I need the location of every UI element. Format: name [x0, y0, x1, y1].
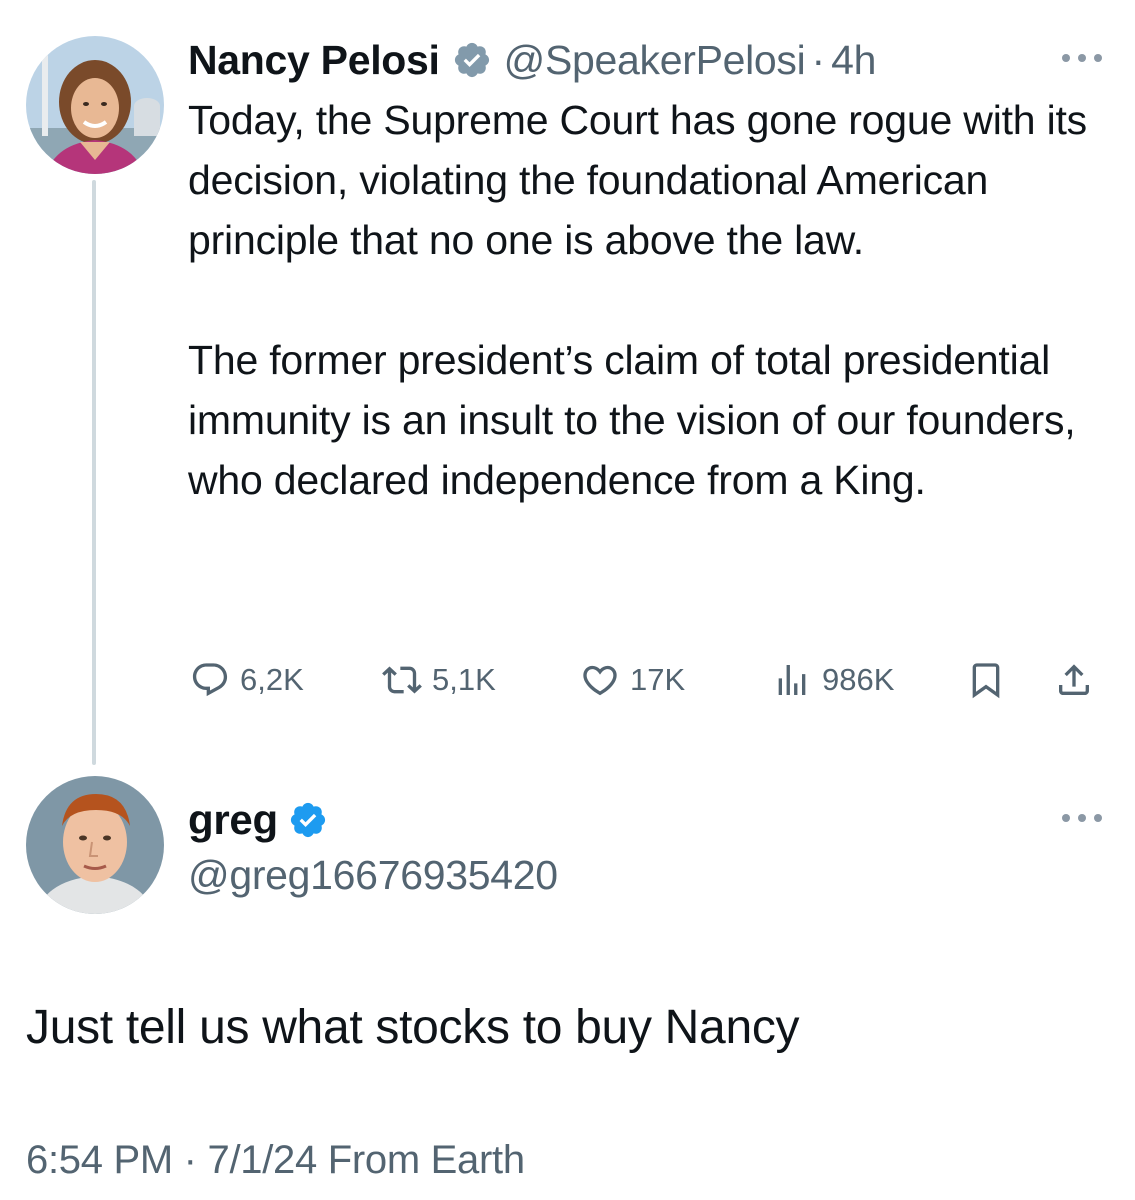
more-options-icon[interactable] — [1062, 48, 1102, 68]
gray-verified-badge-icon[interactable] — [452, 40, 492, 80]
time-ago[interactable]: 4h — [831, 37, 876, 84]
blue-verified-badge-icon[interactable] — [288, 800, 328, 840]
reply-button[interactable]: 6,2K — [190, 652, 304, 708]
reply-text: Just tell us what stocks to buy Nancy — [26, 1001, 800, 1054]
like-button[interactable]: 17K — [580, 652, 685, 708]
views-button[interactable]: 986K — [772, 652, 894, 708]
repost-button[interactable]: 5,1K — [382, 652, 496, 708]
share-icon — [1059, 664, 1089, 695]
reply-author-name[interactable]: greg — [188, 796, 278, 844]
like-count: 17K — [630, 662, 686, 697]
tweet-text: Today, the Supreme Court has gone rogue … — [188, 97, 1087, 503]
avatar-greg[interactable] — [26, 776, 164, 914]
reply-count: 6,2K — [240, 662, 304, 697]
bookmark-button[interactable] — [966, 652, 1006, 708]
thread-connector-line — [92, 180, 96, 765]
reply-author-row: greg — [188, 796, 340, 844]
repost-count: 5,1K — [432, 662, 496, 697]
reply-timestamp[interactable]: 6:54 PM · 7/1/24 From Earth — [26, 1138, 525, 1183]
reply-author-handle[interactable]: @greg16676935420 — [188, 852, 558, 899]
bookmark-icon — [972, 663, 1000, 699]
author-name[interactable]: Nancy Pelosi — [188, 37, 440, 84]
repost-icon — [382, 666, 422, 694]
views-chart-icon — [778, 665, 806, 695]
reply-icon — [192, 663, 228, 697]
share-button[interactable] — [1054, 652, 1094, 708]
more-options-icon[interactable] — [1062, 808, 1102, 828]
views-count: 986K — [822, 662, 895, 697]
author-handle[interactable]: @SpeakerPelosi — [504, 37, 806, 84]
heart-icon — [583, 665, 617, 696]
avatar-pelosi[interactable] — [26, 36, 164, 174]
tweet-header: Nancy Pelosi @SpeakerPelosi · 4h — [188, 34, 876, 86]
separator-dot: · — [811, 36, 826, 83]
